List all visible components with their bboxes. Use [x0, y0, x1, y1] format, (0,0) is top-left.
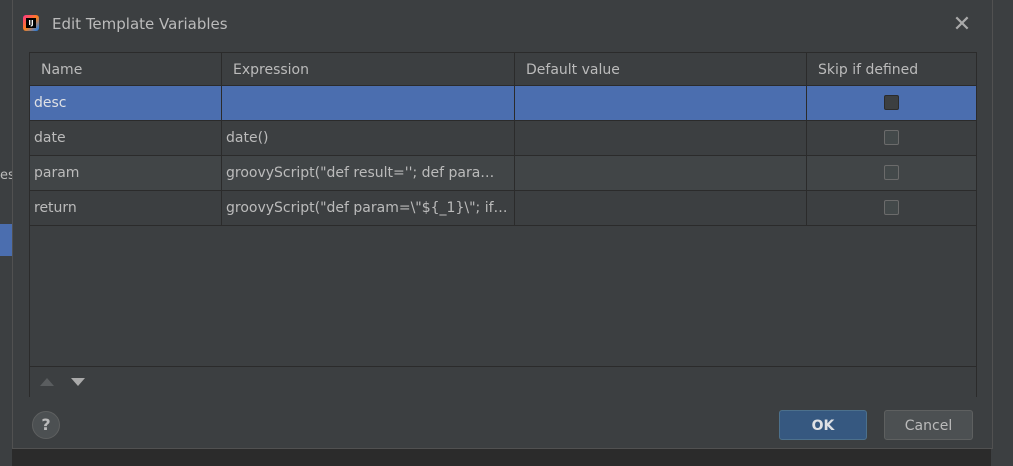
column-header-name[interactable]: Name	[30, 53, 222, 85]
cell-skip-if-defined	[807, 191, 976, 225]
column-header-default-value[interactable]: Default value	[515, 53, 807, 85]
background-selection-strip	[0, 224, 12, 256]
help-button[interactable]: ?	[32, 411, 60, 439]
cell-name[interactable]: param	[30, 156, 222, 190]
skip-if-defined-checkbox[interactable]	[884, 130, 899, 145]
cell-expression[interactable]: groovyScript("def param=\"${_1}\"; if…	[222, 191, 515, 225]
table-row[interactable]: date date()	[30, 121, 976, 156]
skip-if-defined-checkbox[interactable]	[884, 95, 899, 110]
cell-default-value[interactable]	[515, 191, 807, 225]
variables-table: Name Expression Default value Skip if de…	[29, 52, 977, 397]
cell-default-value[interactable]	[515, 86, 807, 120]
cell-name[interactable]: return	[30, 191, 222, 225]
ok-button[interactable]: OK	[779, 410, 867, 440]
skip-if-defined-checkbox[interactable]	[884, 200, 899, 215]
cell-expression[interactable]: date()	[222, 121, 515, 155]
cell-expression[interactable]: groovyScript("def result=''; def para…	[222, 156, 515, 190]
column-header-skip-if-defined[interactable]: Skip if defined	[807, 53, 976, 85]
close-icon[interactable]: ✕	[951, 14, 973, 36]
column-header-expression[interactable]: Expression	[222, 53, 515, 85]
table-body: desc date date() param groovyScript("def…	[30, 86, 976, 366]
edit-template-variables-dialog: IJ Edit Template Variables ✕ Name Expres…	[12, 0, 993, 449]
cell-default-value[interactable]	[515, 156, 807, 190]
table-toolbar	[30, 366, 976, 397]
cell-name[interactable]: desc	[30, 86, 222, 120]
cell-expression[interactable]	[222, 86, 515, 120]
dialog-titlebar: IJ Edit Template Variables ✕	[13, 0, 992, 50]
triangle-up-icon[interactable]	[40, 378, 54, 386]
triangle-down-icon[interactable]	[71, 378, 85, 386]
cell-default-value[interactable]	[515, 121, 807, 155]
intellij-app-icon: IJ	[23, 15, 39, 31]
table-header: Name Expression Default value Skip if de…	[30, 53, 976, 86]
cell-skip-if-defined	[807, 121, 976, 155]
table-row[interactable]: param groovyScript("def result=''; def p…	[30, 156, 976, 191]
table-row[interactable]: desc	[30, 86, 976, 121]
cell-skip-if-defined	[807, 156, 976, 190]
cell-skip-if-defined	[807, 86, 976, 120]
cell-name[interactable]: date	[30, 121, 222, 155]
dialog-title: Edit Template Variables	[52, 15, 228, 33]
background-right-panel	[991, 0, 1013, 466]
skip-if-defined-checkbox[interactable]	[884, 165, 899, 180]
cancel-button[interactable]: Cancel	[884, 410, 973, 440]
table-row[interactable]: return groovyScript("def param=\"${_1}\"…	[30, 191, 976, 226]
background-left-panel: es	[0, 0, 15, 466]
